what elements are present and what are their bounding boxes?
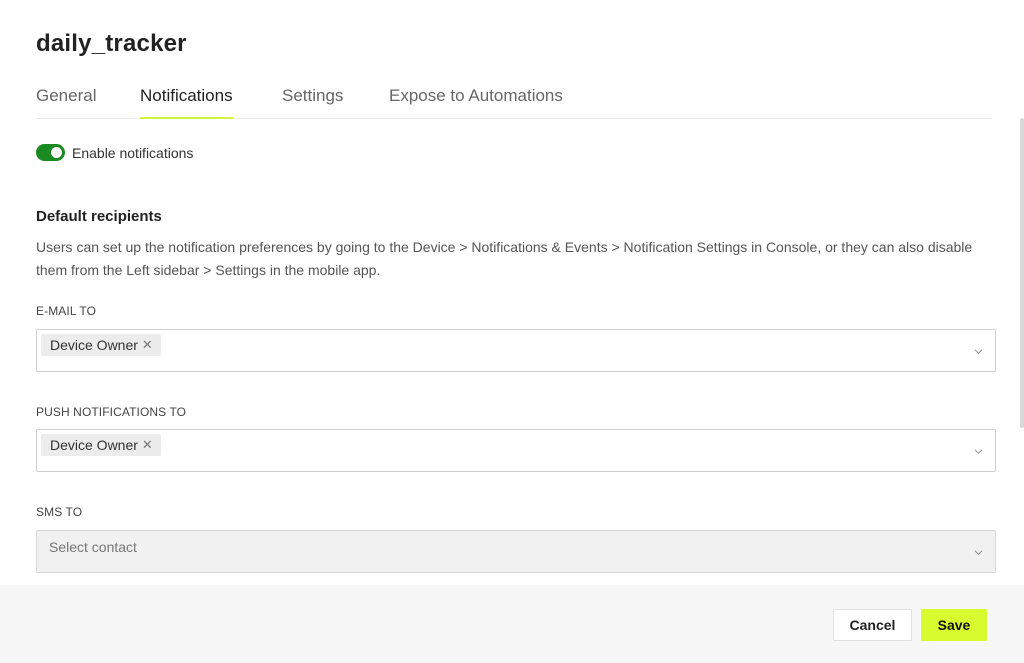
cancel-button[interactable]: Cancel xyxy=(833,609,912,641)
close-icon[interactable]: ✕ xyxy=(142,437,153,453)
save-button[interactable]: Save xyxy=(921,609,987,641)
recipient-chip: Device Owner ✕ xyxy=(41,334,161,356)
chevron-down-icon xyxy=(974,550,983,556)
recipient-chip: Device Owner ✕ xyxy=(41,434,161,456)
tab-general[interactable]: General xyxy=(36,86,96,119)
email-to-label: E-MAIL TO xyxy=(36,304,97,318)
toggle-knob xyxy=(51,147,62,158)
notifications-panel: daily_tracker General Notifications Sett… xyxy=(0,0,1024,585)
vertical-scrollbar[interactable] xyxy=(1020,118,1024,428)
default-recipients-title: Default recipients xyxy=(36,208,162,225)
push-notifications-to-label: PUSH NOTIFICATIONS TO xyxy=(36,405,187,419)
email-to-select[interactable]: Device Owner ✕ xyxy=(36,329,996,372)
sms-to-label: SMS TO xyxy=(36,505,83,519)
enable-notifications-toggle[interactable] xyxy=(36,144,65,161)
sms-to-placeholder: Select contact xyxy=(49,539,137,555)
tab-notifications[interactable]: Notifications xyxy=(140,86,233,119)
tab-expose-to-automations[interactable]: Expose to Automations xyxy=(389,86,563,119)
enable-notifications-label: Enable notifications xyxy=(72,144,194,161)
footer-bar: Cancel Save xyxy=(0,585,1024,663)
page-title: daily_tracker xyxy=(36,30,187,57)
tab-settings[interactable]: Settings xyxy=(282,86,343,119)
default-recipients-description: Users can set up the notification prefer… xyxy=(36,239,973,278)
enable-notifications-row: Enable notifications xyxy=(36,144,193,161)
chip-label: Device Owner xyxy=(50,437,138,453)
chevron-down-icon xyxy=(974,449,983,455)
sms-to-select[interactable]: Select contact xyxy=(36,530,996,573)
tab-bar: General Notifications Settings Expose to… xyxy=(36,76,992,119)
push-notifications-to-select[interactable]: Device Owner ✕ xyxy=(36,429,996,472)
close-icon[interactable]: ✕ xyxy=(142,337,153,353)
chevron-down-icon xyxy=(974,349,983,355)
chip-label: Device Owner xyxy=(50,337,138,353)
